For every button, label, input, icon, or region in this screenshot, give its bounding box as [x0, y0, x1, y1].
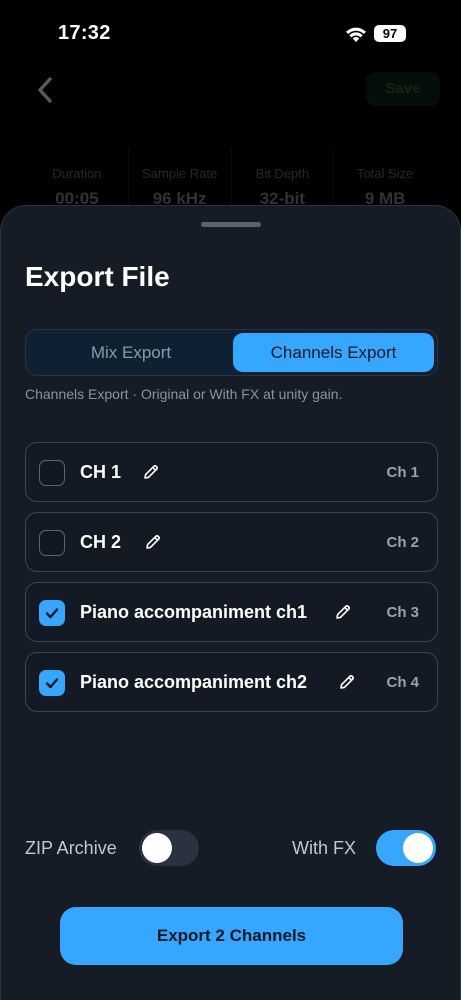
with-fx-toggle[interactable]	[376, 830, 436, 866]
channel-checkbox[interactable]	[39, 670, 65, 696]
channel-row-2[interactable]: CH 2 Ch 2	[25, 512, 438, 572]
channel-row-1[interactable]: CH 1 Ch 1	[25, 442, 438, 502]
channel-tag: Ch 2	[386, 534, 419, 551]
back-chevron-icon[interactable]	[34, 76, 56, 104]
checkmark-icon	[45, 608, 59, 619]
channel-name: CH 2	[80, 532, 122, 552]
stat-label: Duration	[52, 166, 102, 181]
export-channels-button[interactable]: Export 2 Channels	[60, 907, 403, 965]
channel-tag: Ch 1	[386, 464, 419, 481]
stat-label: Total Size	[356, 166, 414, 181]
export-hint-text: Channels Export · Original or With FX at…	[25, 386, 343, 402]
export-mode-segmented-control: Mix Export Channels Export	[25, 329, 438, 376]
checkmark-icon	[45, 678, 59, 689]
wifi-icon	[346, 27, 366, 42]
channel-checkbox[interactable]	[39, 530, 65, 556]
toggle-knob	[403, 833, 433, 863]
with-fx-label: With FX	[292, 838, 357, 858]
background-screen: Save Duration 00:05 Sample Rate 96 kHz B…	[0, 64, 461, 224]
pencil-edit-icon[interactable]	[338, 673, 356, 691]
channel-name: CH 1	[80, 462, 122, 482]
tab-mix-export[interactable]: Mix Export	[29, 333, 233, 372]
zip-archive-toggle[interactable]	[139, 830, 199, 866]
save-button[interactable]: Save	[366, 72, 440, 106]
channel-row-4[interactable]: Piano accompaniment ch2 Ch 4	[25, 652, 438, 712]
channel-row-3[interactable]: Piano accompaniment ch1 Ch 3	[25, 582, 438, 642]
pencil-edit-icon[interactable]	[334, 603, 352, 621]
channel-checkbox[interactable]	[39, 460, 65, 486]
channel-tag: Ch 4	[386, 674, 419, 691]
export-sheet: Export File Mix Export Channels Export C…	[0, 205, 461, 1000]
status-bar: 17:32 97	[0, 0, 461, 64]
zip-archive-label: ZIP Archive	[25, 838, 117, 858]
channel-tag: Ch 3	[386, 604, 419, 621]
stat-label: Bit Depth	[255, 166, 310, 181]
tab-channels-export[interactable]: Channels Export	[233, 333, 434, 372]
stat-label: Sample Rate	[142, 166, 218, 181]
battery-indicator: 97	[374, 25, 406, 42]
pencil-edit-icon[interactable]	[142, 463, 160, 481]
channel-checkbox[interactable]	[39, 600, 65, 626]
toggle-knob	[142, 833, 172, 863]
sheet-drag-handle[interactable]	[201, 222, 261, 227]
pencil-edit-icon[interactable]	[144, 533, 162, 551]
status-time: 17:32	[58, 22, 111, 44]
channel-name: Piano accompaniment ch2	[80, 672, 308, 692]
sheet-title: Export File	[25, 261, 170, 292]
channel-name: Piano accompaniment ch1	[80, 602, 308, 622]
